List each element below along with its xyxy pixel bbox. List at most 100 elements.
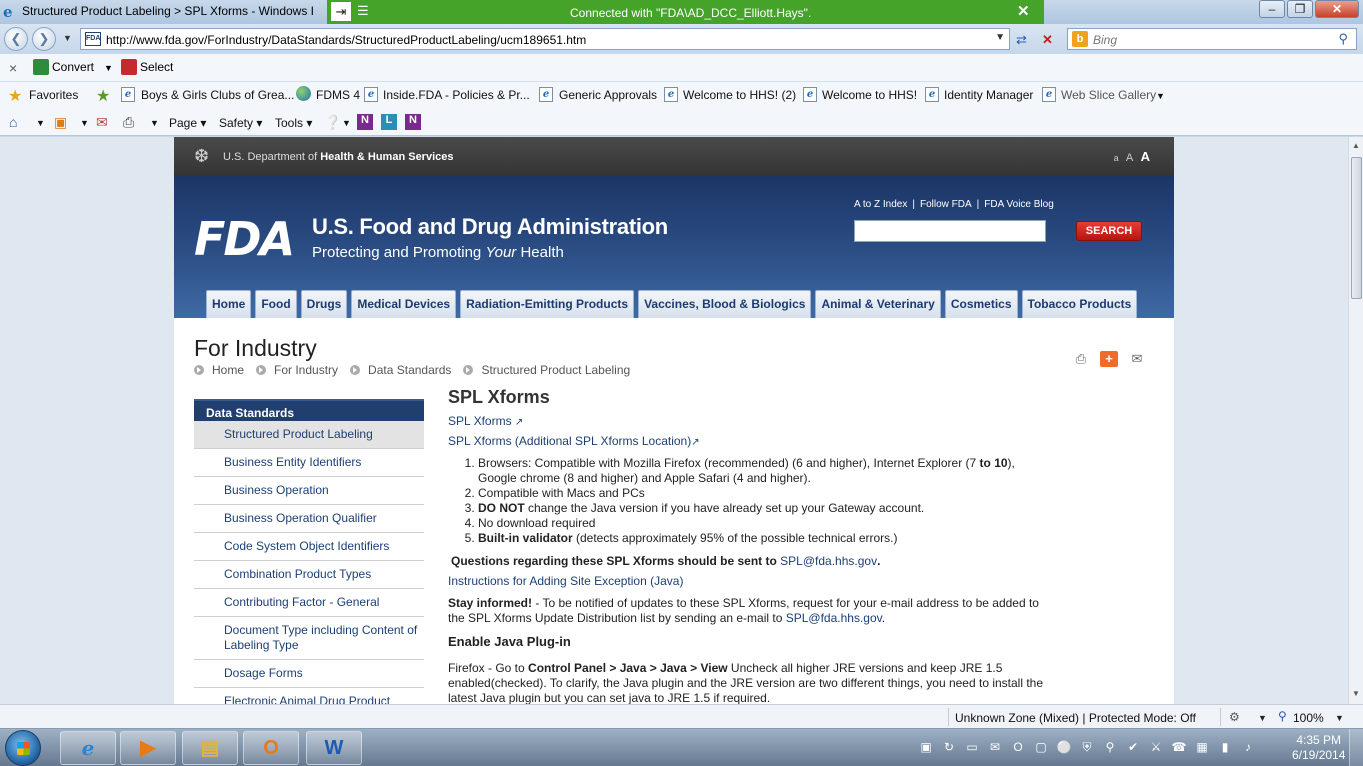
mail-icon[interactable]: ✉ — [96, 114, 108, 131]
close-toolbar-icon[interactable]: × — [9, 60, 17, 76]
scroll-thumb[interactable] — [1351, 157, 1362, 299]
home-icon[interactable]: ⌂ — [9, 114, 17, 130]
favorite-link[interactable]: Generic Approvals — [559, 88, 657, 102]
tray-lock-icon[interactable]: ⚲ — [1102, 739, 1118, 755]
home-dropdown-icon[interactable]: ▼ — [36, 118, 45, 128]
taskbar-ie-icon[interactable]: e — [60, 731, 116, 765]
feeds-icon[interactable]: ▣ — [54, 114, 67, 131]
tab-animal-veterinary[interactable]: Animal & Veterinary — [815, 290, 941, 318]
follow-fda-link[interactable]: Follow FDA — [920, 199, 972, 210]
hhs-department[interactable]: U.S. Department of Health & Human Servic… — [223, 151, 454, 163]
tray-monitor-icon[interactable]: ▭ — [964, 739, 980, 755]
page-menu[interactable]: Page ▾ — [169, 116, 206, 130]
text-size-large[interactable]: A — [1141, 149, 1150, 164]
a-to-z-link[interactable]: A to Z Index — [854, 199, 907, 210]
web-slice-gallery-link[interactable]: Web Slice Gallery — [1061, 88, 1156, 102]
favorites-button[interactable]: Favorites — [29, 88, 78, 102]
print-page-icon[interactable]: ⎙ — [1072, 351, 1090, 367]
tray-globe-icon[interactable]: ⚪ — [1056, 739, 1072, 755]
left-nav-item-combination-product-types[interactable]: Combination Product Types — [194, 561, 424, 589]
left-nav-item-business-entity-identifiers[interactable]: Business Entity Identifiers — [194, 449, 424, 477]
breadcrumb-home[interactable]: Home — [194, 363, 244, 377]
zoom-level[interactable]: 100% — [1293, 711, 1324, 725]
search-input[interactable]: b Bing ⚲ — [1067, 28, 1357, 50]
forward-button[interactable]: ❯ — [32, 27, 56, 51]
spl-email-link-2[interactable]: SPL@fda.hhs.gov — [786, 611, 882, 625]
print-dropdown-icon[interactable]: ▼ — [150, 118, 159, 128]
tray-shield-icon[interactable]: ⚔ — [1148, 739, 1164, 755]
favorite-link[interactable]: Boys & Girls Clubs of Grea... — [141, 88, 294, 102]
security-zone[interactable]: Unknown Zone (Mixed) | Protected Mode: O… — [955, 711, 1196, 725]
history-dropdown-icon[interactable]: ▼ — [63, 33, 72, 43]
zoom-dropdown-icon[interactable]: ▼ — [1335, 713, 1344, 723]
help-dropdown-icon[interactable]: ▼ — [342, 118, 351, 128]
left-nav-item-contributing-factor-general[interactable]: Contributing Factor - General — [194, 589, 424, 617]
pin-icon[interactable]: ⇥ — [331, 2, 351, 21]
onenote-send-icon[interactable]: N — [405, 114, 421, 130]
scroll-up-icon[interactable]: ▲ — [1352, 141, 1360, 150]
tray-check-icon[interactable]: ✔ — [1125, 739, 1141, 755]
spl-xforms-link[interactable]: SPL Xforms ↗ — [448, 414, 1048, 428]
protected-mode-icon[interactable]: ⚙ — [1229, 710, 1240, 724]
convert-button[interactable]: Convert — [52, 60, 94, 74]
fda-logo[interactable]: FDA — [194, 216, 295, 262]
scroll-down-icon[interactable]: ▼ — [1352, 689, 1360, 698]
left-nav-item-structured-product-labeling[interactable]: Structured Product Labeling — [194, 421, 424, 449]
favorite-link[interactable]: Identity Manager — [944, 88, 1033, 102]
left-nav-item-code-system-object-identifiers[interactable]: Code System Object Identifiers — [194, 533, 424, 561]
tray-messages-icon[interactable]: ✉ — [987, 739, 1003, 755]
left-nav-item-electronic-animal-drug[interactable]: Electronic Animal Drug Product Listing D… — [194, 688, 424, 704]
help-icon[interactable]: ❔ — [324, 114, 341, 131]
feeds-dropdown-icon[interactable]: ▼ — [80, 118, 89, 128]
left-nav-item-business-operation[interactable]: Business Operation — [194, 477, 424, 505]
tray-outlook-icon[interactable]: O — [1010, 739, 1026, 755]
left-nav-item-business-operation-qualifier[interactable]: Business Operation Qualifier — [194, 505, 424, 533]
clock[interactable]: 4:35 PM 6/19/2014 — [1292, 733, 1345, 763]
tray-signal-icon[interactable]: ▮ — [1217, 739, 1233, 755]
share-icon[interactable]: + — [1100, 351, 1118, 367]
address-dropdown-icon[interactable]: ▼ — [995, 32, 1005, 43]
taskbar-outlook-icon[interactable]: O — [243, 731, 299, 765]
tray-device-icon[interactable]: ▦ — [1194, 739, 1210, 755]
favorite-link[interactable]: Inside.FDA - Policies & Pr... — [383, 88, 530, 102]
url-text[interactable]: http://www.fda.gov/ForIndustry/DataStand… — [106, 33, 586, 47]
onenote-icon[interactable]: N — [357, 114, 373, 130]
favorite-link[interactable]: Welcome to HHS! (2) — [683, 88, 796, 102]
print-icon[interactable]: ⎙ — [123, 114, 134, 131]
web-slice-dropdown-icon[interactable]: ▼ — [1156, 91, 1165, 101]
breadcrumb-structured-product-labeling[interactable]: Structured Product Labeling — [463, 363, 630, 377]
text-size-small[interactable]: a — [1114, 153, 1119, 163]
stop-icon[interactable]: ✕ — [1042, 32, 1053, 48]
tray-network-icon[interactable]: ▣ — [918, 739, 934, 755]
back-button[interactable]: ❮ — [4, 27, 28, 51]
breadcrumb-for-industry[interactable]: For Industry — [256, 363, 338, 377]
favorite-link[interactable]: Welcome to HHS! — [822, 88, 917, 102]
safety-menu[interactable]: Safety ▾ — [219, 116, 262, 130]
search-icon[interactable]: ⚲ — [1338, 31, 1348, 47]
search-button[interactable]: SEARCH — [1076, 221, 1142, 241]
email-page-icon[interactable]: ✉ — [1128, 351, 1146, 367]
tools-menu[interactable]: Tools ▾ — [275, 116, 312, 130]
convert-dropdown-icon[interactable]: ▼ — [104, 63, 113, 73]
start-button[interactable] — [5, 730, 41, 766]
tab-medical-devices[interactable]: Medical Devices — [351, 290, 457, 318]
tab-drugs[interactable]: Drugs — [300, 290, 348, 318]
tray-volume-icon[interactable]: ♪ — [1240, 739, 1256, 755]
breadcrumb-data-standards[interactable]: Data Standards — [350, 363, 451, 377]
instructions-link[interactable]: Instructions for Adding Site Exception (… — [448, 574, 1048, 588]
show-desktop-button[interactable] — [1349, 729, 1363, 766]
select-button[interactable]: Select — [140, 60, 173, 74]
tab-food[interactable]: Food — [255, 290, 297, 318]
left-nav-heading[interactable]: Data Standards — [194, 399, 424, 421]
left-nav-item-document-type[interactable]: Document Type including Content of Label… — [194, 617, 424, 660]
tray-sync-icon[interactable]: ↻ — [941, 739, 957, 755]
tab-radiation-emitting-products[interactable]: Radiation-Emitting Products — [460, 290, 635, 318]
tab-vaccines-blood-biologics[interactable]: Vaccines, Blood & Biologics — [638, 290, 812, 318]
address-input[interactable]: FDA http://www.fda.gov/ForIndustry/DataS… — [80, 28, 1010, 50]
minimize-button[interactable]: – — [1259, 0, 1285, 18]
tray-phone-icon[interactable]: ☎ — [1171, 739, 1187, 755]
lync-icon[interactable]: L — [381, 114, 397, 130]
close-window-button[interactable]: ✕ — [1315, 0, 1359, 18]
taskbar-media-player-icon[interactable]: ▶ — [120, 731, 176, 765]
spl-email-link[interactable]: SPL@fda.hhs.gov — [780, 554, 877, 568]
